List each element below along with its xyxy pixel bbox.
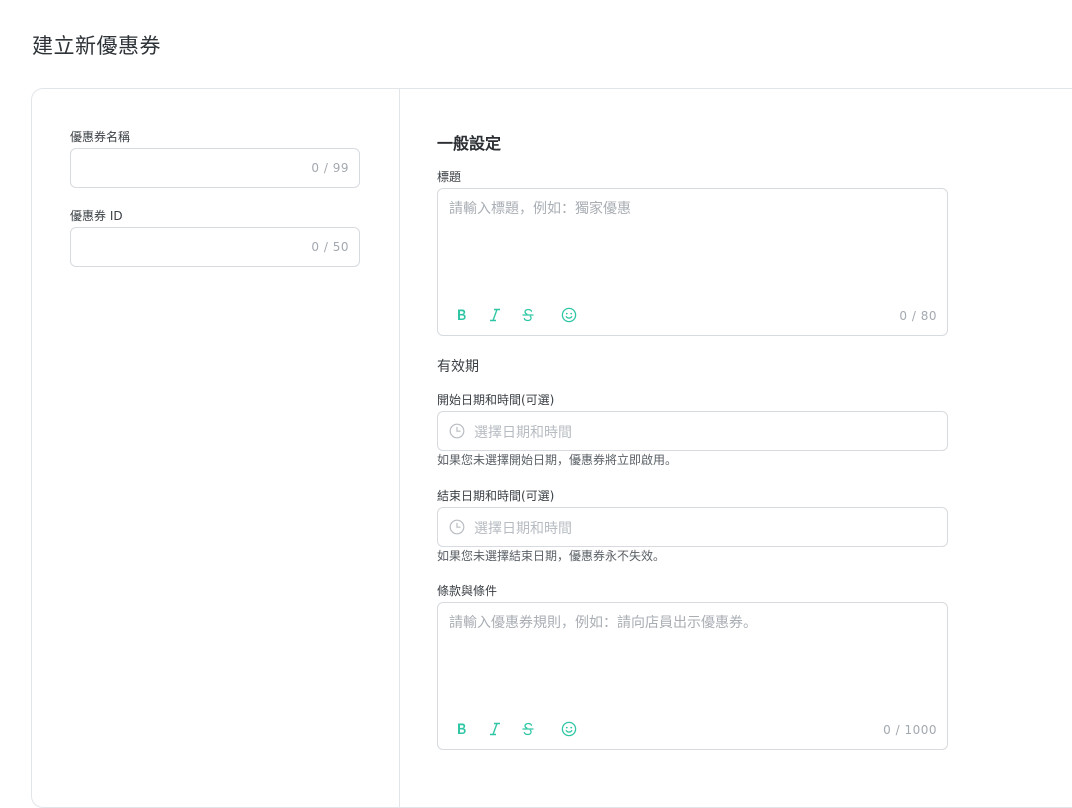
end-date-help: 如果您未選擇結束日期，優惠券永不失效。 <box>437 549 666 563</box>
coupon-id-label: 優惠券 ID <box>70 209 123 223</box>
left-panel: 優惠券名稱 0 / 99 優惠券 ID 0 / 50 <box>32 89 400 807</box>
coupon-name-counter: 0 / 99 <box>311 161 349 175</box>
bold-icon[interactable] <box>452 305 472 325</box>
clock-icon <box>449 519 465 535</box>
start-date-label: 開始日期和時間(可選) <box>437 393 555 407</box>
terms-placeholder: 請輸入優惠券規則，例如：請向店員出示優惠券。 <box>449 615 757 631</box>
title-counter: 0 / 80 <box>899 309 937 323</box>
title-textarea[interactable]: 請輸入標題，例如：獨家優惠 0 / 80 <box>437 188 948 336</box>
general-settings-panel: 一般設定 標題 請輸入標題，例如：獨家優惠 0 / 80 有效期 開始日期和時間… <box>400 89 1072 807</box>
coupon-form-card: 優惠券名稱 0 / 99 優惠券 ID 0 / 50 一般設定 標題 請輸入標題… <box>31 88 1072 808</box>
title-placeholder: 請輸入標題，例如：獨家優惠 <box>449 201 631 217</box>
title-label: 標題 <box>437 170 462 184</box>
general-settings-title: 一般設定 <box>437 134 502 153</box>
start-date-help: 如果您未選擇開始日期，優惠券將立即啟用。 <box>437 453 678 467</box>
terms-format-toolbar <box>452 719 592 739</box>
coupon-name-label: 優惠券名稱 <box>70 130 131 144</box>
coupon-id-input[interactable]: 0 / 50 <box>70 227 360 267</box>
coupon-id-counter: 0 / 50 <box>311 240 349 254</box>
strikethrough-icon[interactable] <box>518 719 538 739</box>
italic-icon[interactable] <box>485 305 505 325</box>
emoji-icon[interactable] <box>559 305 579 325</box>
coupon-name-input[interactable]: 0 / 99 <box>70 148 360 188</box>
start-date-placeholder: 選擇日期和時間 <box>474 425 572 441</box>
terms-counter: 0 / 1000 <box>883 723 937 737</box>
title-format-toolbar <box>452 305 592 325</box>
bold-icon[interactable] <box>452 719 472 739</box>
terms-label: 條款與條件 <box>437 584 498 598</box>
italic-icon[interactable] <box>485 719 505 739</box>
end-date-placeholder: 選擇日期和時間 <box>474 521 572 537</box>
page-title: 建立新優惠券 <box>32 34 161 58</box>
strikethrough-icon[interactable] <box>518 305 538 325</box>
emoji-icon[interactable] <box>559 719 579 739</box>
end-date-picker[interactable]: 選擇日期和時間 <box>437 507 948 547</box>
end-date-label: 結束日期和時間(可選) <box>437 489 555 503</box>
clock-icon <box>449 423 465 439</box>
terms-textarea[interactable]: 請輸入優惠券規則，例如：請向店員出示優惠券。 0 / 1000 <box>437 602 948 750</box>
validity-title: 有效期 <box>437 359 479 375</box>
start-date-picker[interactable]: 選擇日期和時間 <box>437 411 948 451</box>
